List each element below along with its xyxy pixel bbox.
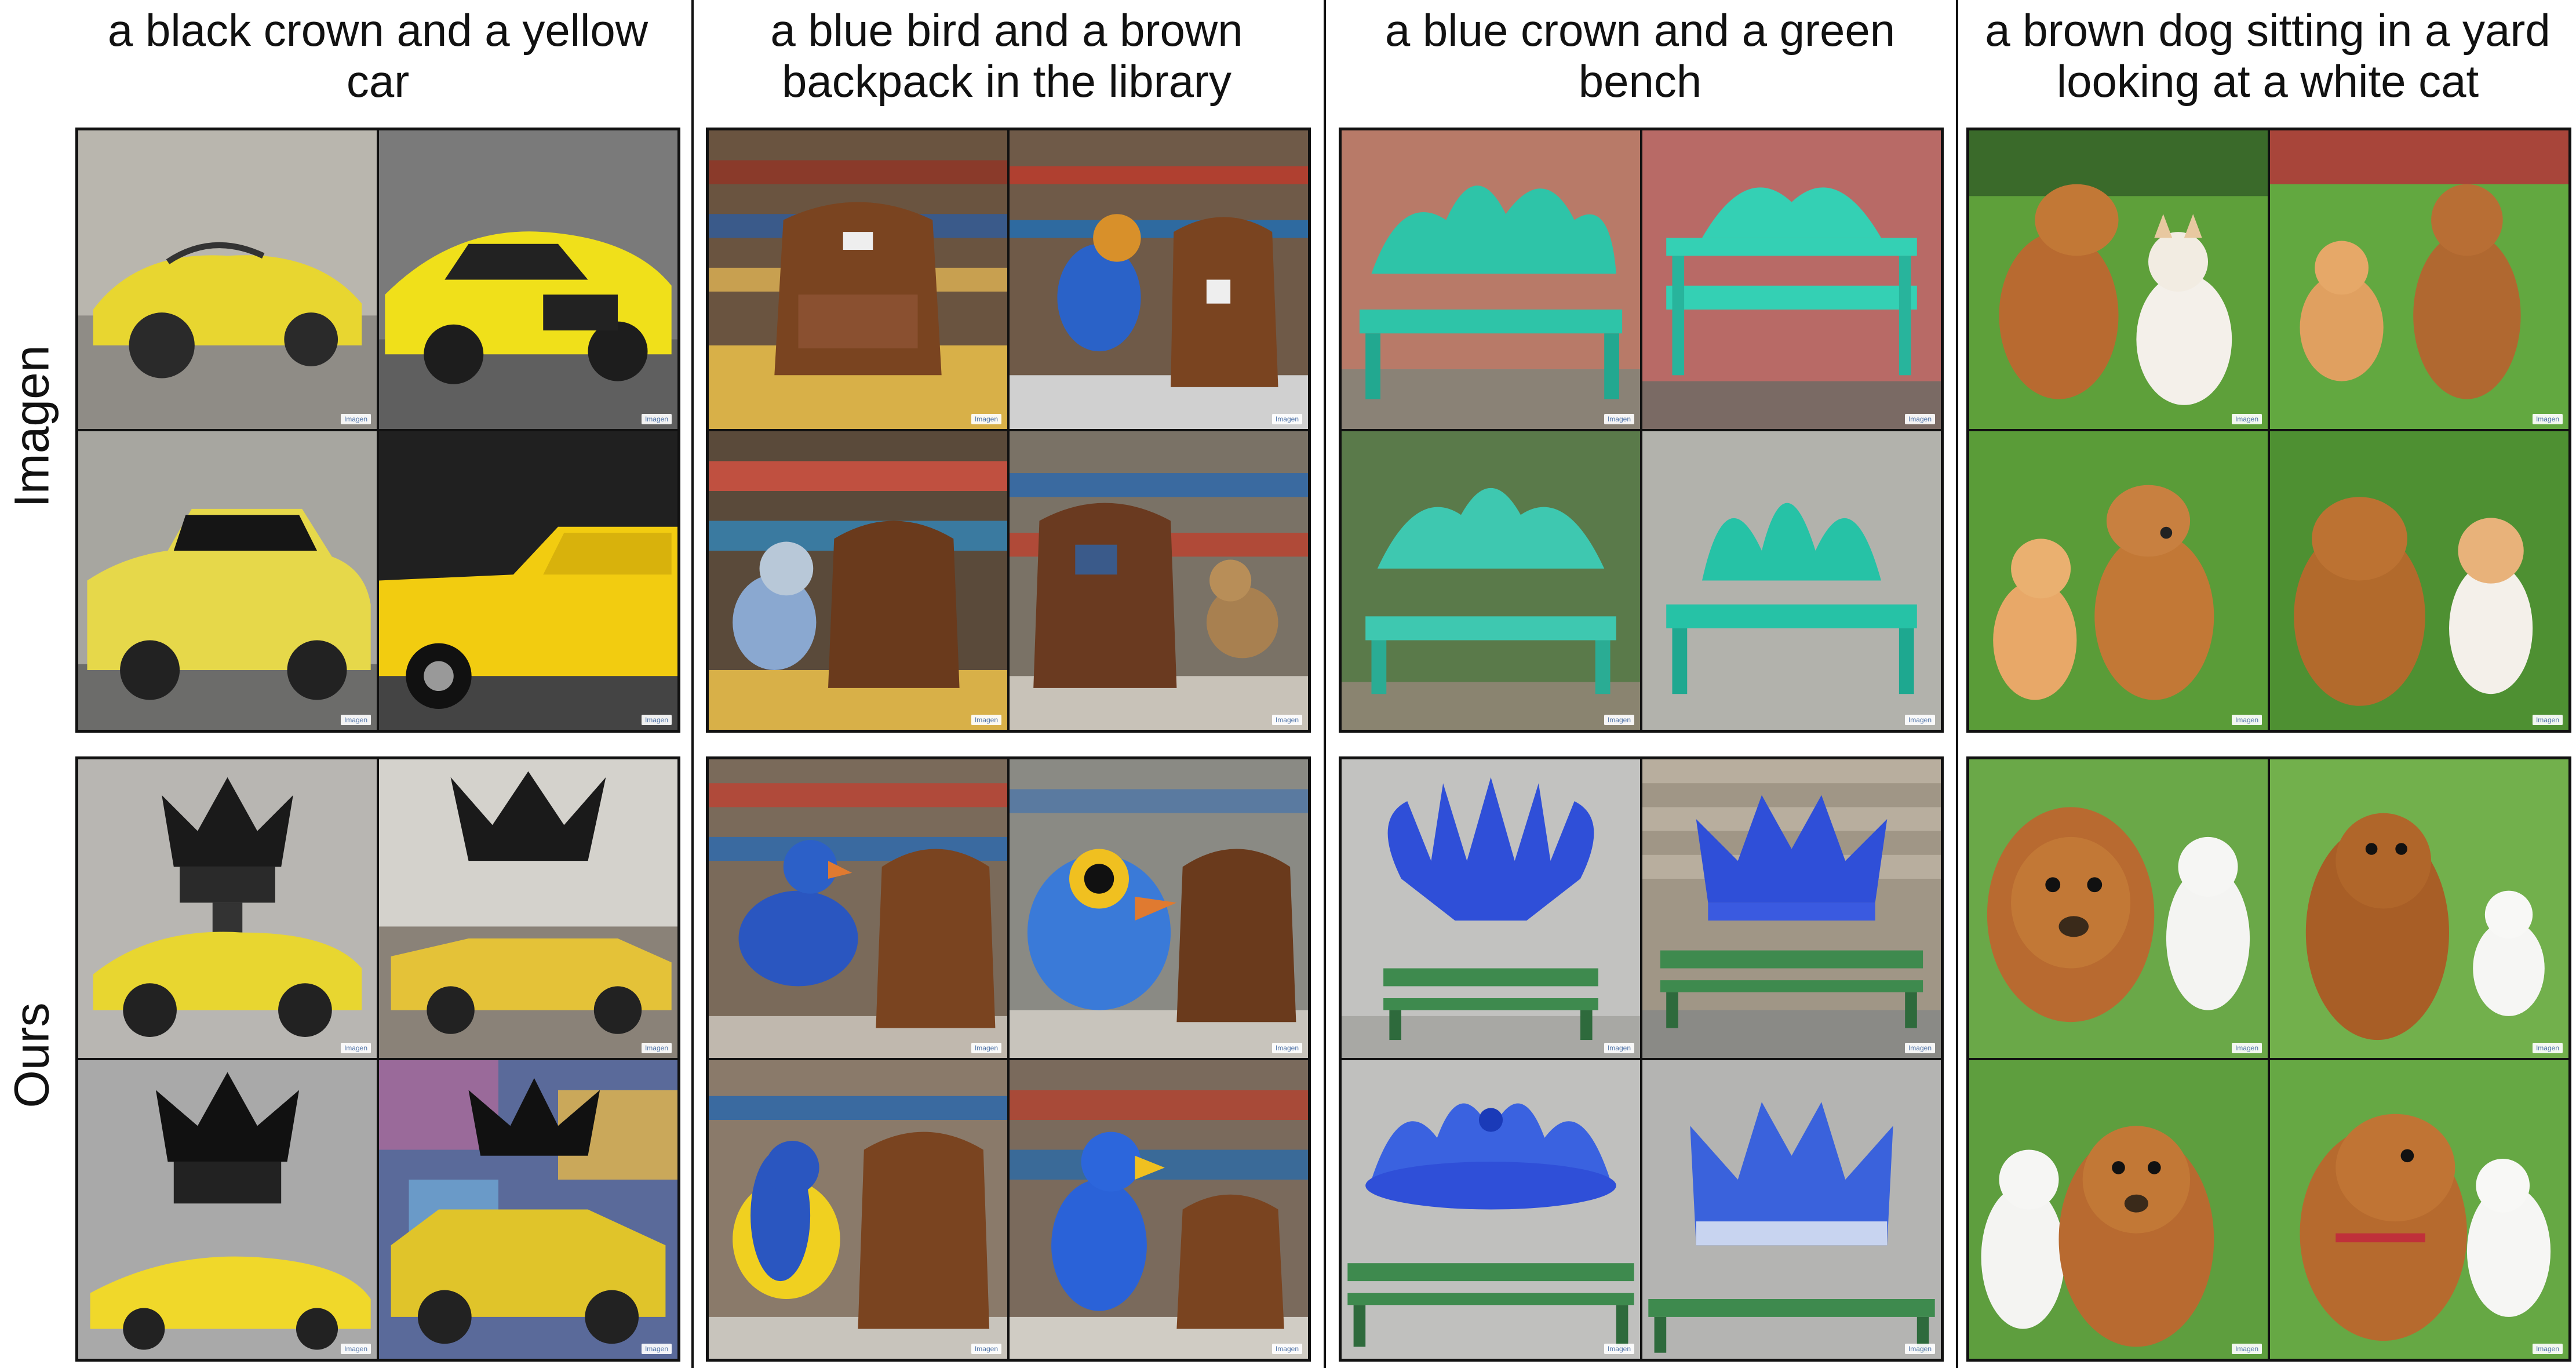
generated-image: Imagen bbox=[2270, 759, 2568, 1058]
generated-image: Imagen bbox=[2270, 130, 2568, 429]
generated-image: Imagen bbox=[1969, 759, 2268, 1058]
watermark: Imagen bbox=[1271, 715, 1302, 725]
generated-image: Imagen bbox=[379, 431, 677, 730]
image-grid-imagen-bird-backpack: Imagen Imagen Imagen Imagen bbox=[706, 128, 1311, 733]
column-divider-3 bbox=[1956, 0, 1958, 1368]
watermark: Imagen bbox=[2532, 1344, 2563, 1354]
generated-image: Imagen bbox=[709, 431, 1007, 730]
watermark: Imagen bbox=[1271, 1344, 1302, 1354]
row-label-imagen-text: Imagen bbox=[4, 344, 59, 508]
generated-image: Imagen bbox=[78, 130, 377, 429]
caption-col-1: a black crown and a yellow car bbox=[107, 5, 648, 107]
generated-image: Imagen bbox=[379, 1060, 677, 1359]
watermark: Imagen bbox=[641, 1043, 672, 1053]
watermark: Imagen bbox=[1904, 1344, 1935, 1354]
generated-image: Imagen bbox=[1969, 1060, 2268, 1359]
watermark: Imagen bbox=[971, 414, 1001, 424]
watermark: Imagen bbox=[1604, 1043, 1634, 1053]
watermark: Imagen bbox=[1904, 715, 1935, 725]
column-divider-2 bbox=[1324, 0, 1326, 1368]
generated-image: Imagen bbox=[379, 759, 677, 1058]
image-grid-ours-bird-backpack: Imagen Imagen Imagen Imagen bbox=[706, 756, 1311, 1362]
generated-image: Imagen bbox=[1342, 1060, 1640, 1359]
generated-image: Imagen bbox=[78, 431, 377, 730]
generated-image: Imagen bbox=[1342, 759, 1640, 1058]
row-label-ours-text: Ours bbox=[4, 1002, 59, 1108]
generated-image: Imagen bbox=[1010, 431, 1308, 730]
generated-image: Imagen bbox=[1642, 431, 1941, 730]
generated-image: Imagen bbox=[709, 130, 1007, 429]
generated-image: Imagen bbox=[1642, 130, 1941, 429]
image-grid-ours-dog-cat: Imagen Imagen Imagen Imagen bbox=[1966, 756, 2571, 1362]
image-grid-ours-crown-bench: Imagen Imagen Imagen Imagen bbox=[1339, 756, 1944, 1362]
watermark: Imagen bbox=[2532, 1043, 2563, 1053]
watermark: Imagen bbox=[971, 1344, 1001, 1354]
generated-image: Imagen bbox=[78, 1060, 377, 1359]
watermark: Imagen bbox=[2231, 1043, 2262, 1053]
generated-image: Imagen bbox=[379, 130, 677, 429]
generated-image: Imagen bbox=[709, 1060, 1007, 1359]
generated-image: Imagen bbox=[1642, 1060, 1941, 1359]
watermark: Imagen bbox=[1604, 414, 1634, 424]
watermark: Imagen bbox=[1604, 715, 1634, 725]
generated-image: Imagen bbox=[1010, 759, 1308, 1058]
generated-image: Imagen bbox=[2270, 431, 2568, 730]
watermark: Imagen bbox=[1271, 1043, 1302, 1053]
caption-col-3: a blue crown and a green bench bbox=[1384, 5, 1896, 107]
image-grid-ours-crown-car: Imagen Imagen Imagen Imagen bbox=[75, 756, 680, 1362]
watermark: Imagen bbox=[1271, 414, 1302, 424]
watermark: Imagen bbox=[1904, 1043, 1935, 1053]
watermark: Imagen bbox=[2231, 414, 2262, 424]
generated-image: Imagen bbox=[709, 759, 1007, 1058]
watermark: Imagen bbox=[340, 715, 371, 725]
watermark: Imagen bbox=[1904, 414, 1935, 424]
caption-col-4: a brown dog sitting in a yard looking at… bbox=[1985, 5, 2551, 107]
image-grid-imagen-crown-bench: Imagen Imagen Imagen Imagen bbox=[1339, 128, 1944, 733]
watermark: Imagen bbox=[641, 414, 672, 424]
row-label-ours: Ours bbox=[0, 754, 64, 1356]
watermark: Imagen bbox=[340, 1344, 371, 1354]
generated-image: Imagen bbox=[1642, 759, 1941, 1058]
watermark: Imagen bbox=[2532, 715, 2563, 725]
watermark: Imagen bbox=[971, 1043, 1001, 1053]
generated-image: Imagen bbox=[2270, 1060, 2568, 1359]
watermark: Imagen bbox=[340, 1043, 371, 1053]
watermark: Imagen bbox=[1604, 1344, 1634, 1354]
row-label-imagen: Imagen bbox=[0, 125, 64, 727]
watermark: Imagen bbox=[641, 715, 672, 725]
generated-image: Imagen bbox=[1010, 1060, 1308, 1359]
watermark: Imagen bbox=[2231, 715, 2262, 725]
watermark: Imagen bbox=[971, 715, 1001, 725]
watermark: Imagen bbox=[641, 1344, 672, 1354]
image-grid-imagen-crown-car: Imagen Imagen Imagen Imagen bbox=[75, 128, 680, 733]
generated-image: Imagen bbox=[1342, 431, 1640, 730]
caption-col-2: a blue bird and a brown backpack in the … bbox=[770, 5, 1243, 107]
generated-image: Imagen bbox=[78, 759, 377, 1058]
watermark: Imagen bbox=[2532, 414, 2563, 424]
generated-image: Imagen bbox=[1969, 431, 2268, 730]
image-grid-imagen-dog-cat: Imagen Imagen Imagen Imagen bbox=[1966, 128, 2571, 733]
generated-image: Imagen bbox=[1969, 130, 2268, 429]
generated-image: Imagen bbox=[1010, 130, 1308, 429]
column-divider-1 bbox=[691, 0, 694, 1368]
watermark: Imagen bbox=[340, 414, 371, 424]
watermark: Imagen bbox=[2231, 1344, 2262, 1354]
generated-image: Imagen bbox=[1342, 130, 1640, 429]
